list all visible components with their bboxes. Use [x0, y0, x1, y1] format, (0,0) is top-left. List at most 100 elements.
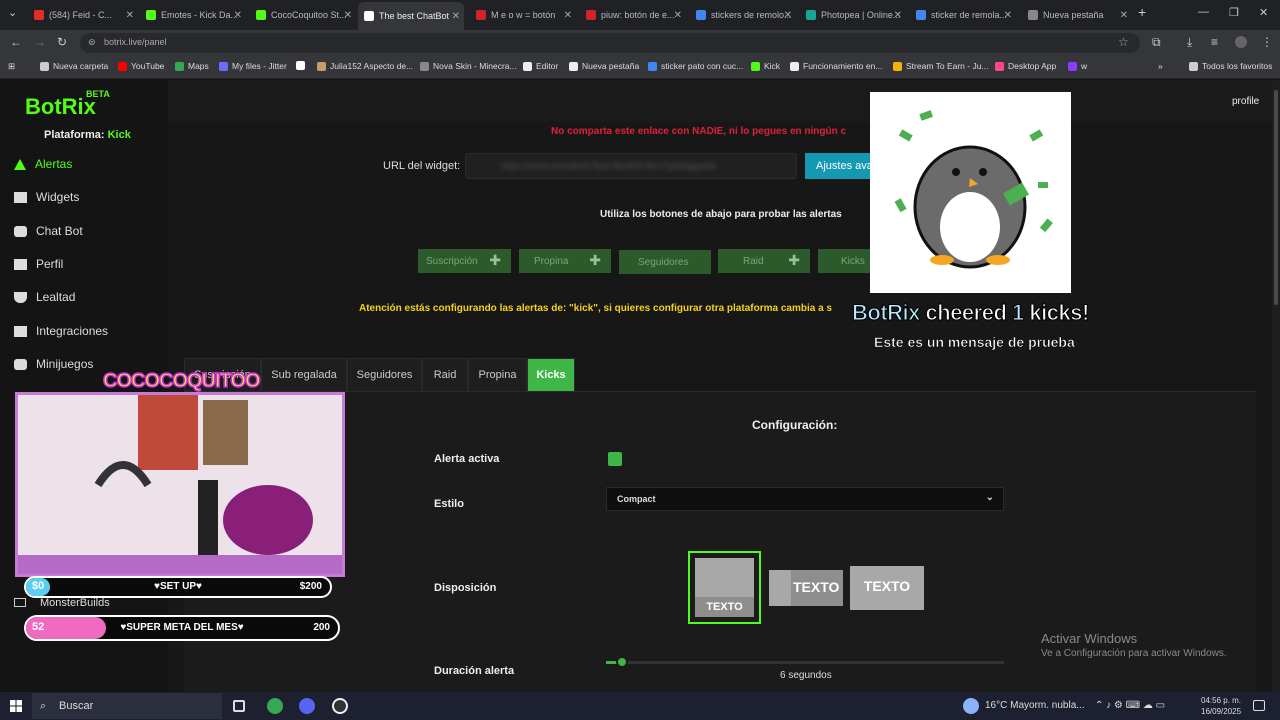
- bookmark-label: My files - Jitter: [232, 61, 287, 71]
- notification-icon[interactable]: [1253, 700, 1265, 711]
- avatar[interactable]: [1235, 36, 1247, 48]
- obs-icon[interactable]: [332, 698, 348, 714]
- sidebar-item-minijuegos[interactable]: Minijuegos: [14, 357, 93, 371]
- menu-kebab-icon[interactable]: ⋮: [1261, 35, 1273, 49]
- bookmark-item[interactable]: Nueva carpeta: [40, 61, 108, 71]
- browser-tab[interactable]: piuw: botón de e... ✕: [580, 4, 686, 26]
- bookmark-item[interactable]: My files - Jitter: [219, 61, 287, 71]
- test-kicks-button[interactable]: Kicks: [818, 249, 878, 273]
- back-arrow-icon[interactable]: ←: [10, 35, 22, 49]
- forward-arrow-icon[interactable]: →: [34, 35, 46, 49]
- bookmark-item[interactable]: Desktop App: [995, 61, 1056, 71]
- sidebar-item-widgets[interactable]: Widgets: [14, 190, 79, 204]
- close-icon[interactable]: ✕: [234, 10, 242, 21]
- extensions-icon[interactable]: ⧉: [1152, 35, 1161, 50]
- active-alert-checkbox[interactable]: [608, 452, 622, 466]
- apps-grid-icon[interactable]: ⊞: [8, 61, 15, 72]
- tab-kicks[interactable]: Kicks: [527, 358, 575, 392]
- close-icon[interactable]: ✕: [452, 11, 460, 22]
- bookmark-item[interactable]: Funcionamiento en...: [790, 61, 882, 71]
- browser-tab[interactable]: Nueva pestaña ✕: [1022, 4, 1132, 26]
- bookmark-item[interactable]: Stream To Earn - Ju...: [893, 61, 989, 71]
- browser-tab-active[interactable]: The best ChatBot ✕: [358, 2, 464, 30]
- duration-slider-thumb[interactable]: [615, 656, 628, 668]
- profile-link[interactable]: profile: [1232, 96, 1259, 107]
- browser-tab[interactable]: stickers de remolo... ✕: [690, 4, 796, 26]
- tab-search-icon[interactable]: ⌄: [8, 6, 17, 19]
- layout-option-overlay[interactable]: TEXTO: [850, 566, 924, 610]
- tab-propina[interactable]: Propina: [468, 358, 527, 392]
- advanced-settings-button[interactable]: Ajustes avanzados: [805, 153, 875, 179]
- all-bookmarks[interactable]: Todos los favoritos: [1189, 61, 1272, 71]
- taskbar-clock[interactable]: 04:56 p. m. 16/09/2025: [1201, 695, 1241, 717]
- layout-option-side[interactable]: TEXTO: [769, 570, 843, 606]
- site-info-icon[interactable]: ⊜: [88, 37, 96, 48]
- bookmark-item[interactable]: Julia152 Aspecto de...: [317, 61, 413, 71]
- plus-icon: ✚: [489, 252, 501, 268]
- windows-start-icon[interactable]: [10, 700, 22, 712]
- sidebar-item-lealtad[interactable]: Lealtad: [14, 290, 75, 304]
- more-bookmarks-icon[interactable]: »: [1158, 61, 1163, 71]
- taskbar-search[interactable]: ⌕ Buscar: [32, 693, 222, 719]
- system-tray-icons[interactable]: ⌃ ♪ ⚙ ⌨ ☁ ▭: [1095, 700, 1190, 712]
- browser-tab[interactable]: CocoCoquitoo St... ✕: [250, 4, 356, 26]
- bookmark-star-icon[interactable]: ☆: [1118, 35, 1129, 49]
- sidebar-item-chat-bot[interactable]: Chat Bot: [14, 224, 83, 238]
- close-icon[interactable]: ✕: [1120, 10, 1128, 21]
- discord-icon[interactable]: [299, 698, 315, 714]
- browser-tab[interactable]: (584) Feid - C... ✕: [28, 4, 138, 26]
- page: BotRix BETA Plataforma: Kick Alertas Wid…: [0, 80, 1272, 692]
- close-icon[interactable]: ✕: [674, 10, 682, 21]
- sidebar-item-perfil[interactable]: Perfil: [14, 257, 63, 271]
- test-subscription-button[interactable]: Suscripción ✚: [418, 249, 511, 273]
- grid-icon: [14, 191, 27, 203]
- close-icon[interactable]: ✕: [344, 10, 352, 21]
- tab-label: Emotes - Kick Da...: [161, 10, 239, 20]
- widget-url-field[interactable]: https://botrix.live/alerts?bid=8eeR3Y2b1…: [465, 153, 797, 179]
- tab-sub-regalada[interactable]: Sub regalada: [261, 358, 347, 392]
- sidebar-item-integraciones[interactable]: Integraciones: [14, 324, 108, 338]
- bookmark-item[interactable]: Editor: [523, 61, 558, 71]
- bookmark-item[interactable]: Maps: [175, 61, 209, 71]
- bookmark-item[interactable]: YouTube: [118, 61, 164, 71]
- bookmark-item[interactable]: Nova Skin - Minecra...: [420, 61, 517, 71]
- test-followers-button[interactable]: Seguidores: [619, 250, 711, 274]
- browser-tab[interactable]: sticker de remola... ✕: [910, 4, 1016, 26]
- close-icon[interactable]: ✕: [784, 10, 792, 21]
- close-icon[interactable]: ✕: [126, 10, 134, 21]
- bookmark-item[interactable]: [296, 61, 309, 70]
- chevron-down-icon: ⌄: [985, 492, 994, 503]
- duration-slider-track[interactable]: [606, 661, 1004, 664]
- scrollbar-thumb[interactable]: [1274, 90, 1278, 305]
- bookmark-item[interactable]: Nueva pestaña: [569, 61, 639, 71]
- test-tip-button[interactable]: Propina ✚: [519, 249, 611, 273]
- sidebar-item-alertas[interactable]: Alertas: [14, 157, 72, 171]
- address-bar[interactable]: ⊜ botrix.live/panel ☆: [80, 33, 1140, 53]
- browser-tab[interactable]: Photopea | Online... ✕: [800, 4, 906, 26]
- restore-icon[interactable]: ❐: [1229, 6, 1239, 19]
- close-icon[interactable]: ✕: [564, 10, 572, 21]
- reload-icon[interactable]: ↻: [57, 35, 67, 49]
- window-close-icon[interactable]: ✕: [1259, 6, 1268, 19]
- layout-option-stacked[interactable]: TEXTO: [688, 551, 761, 624]
- test-raid-button[interactable]: Raid ✚: [718, 249, 810, 273]
- task-view-icon[interactable]: [233, 700, 245, 712]
- download-icon[interactable]: ⤓: [1187, 35, 1192, 50]
- tab-seguidores[interactable]: Seguidores: [347, 358, 422, 392]
- new-tab-plus-icon[interactable]: +: [1138, 4, 1146, 20]
- browser-tab[interactable]: M e o w = botón ✕: [470, 4, 576, 26]
- tab-raid[interactable]: Raid: [422, 358, 468, 392]
- close-icon[interactable]: ✕: [894, 10, 902, 21]
- bookmark-item[interactable]: w: [1068, 61, 1087, 71]
- close-icon[interactable]: ✕: [1004, 10, 1012, 21]
- bookmark-item[interactable]: Kick: [751, 61, 780, 71]
- browser-tab[interactable]: Emotes - Kick Da... ✕: [140, 4, 246, 26]
- tab-favicon: [586, 10, 596, 20]
- style-select[interactable]: Compact ⌄: [606, 487, 1004, 511]
- bookmark-item[interactable]: sticker pato con cuc...: [648, 61, 743, 71]
- site-icon: [296, 61, 305, 70]
- sidebar-item-label: Lealtad: [36, 290, 76, 304]
- chrome-icon[interactable]: [267, 698, 283, 714]
- media-icon[interactable]: ≡: [1211, 35, 1218, 49]
- minimize-icon[interactable]: —: [1198, 6, 1209, 18]
